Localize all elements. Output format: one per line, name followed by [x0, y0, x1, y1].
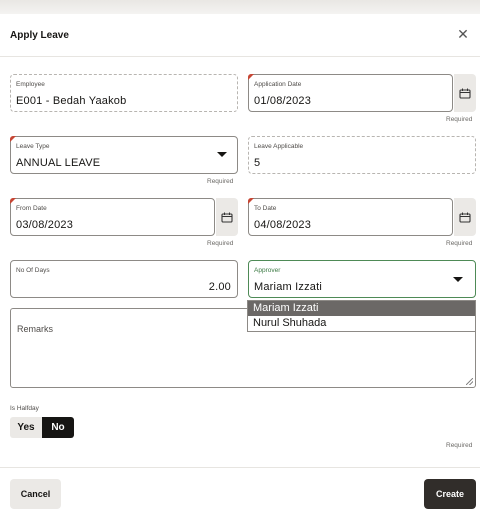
- to-date-calendar-button[interactable]: [454, 198, 476, 236]
- chevron-down-icon: [453, 277, 463, 282]
- from-date-value: 03/08/2023: [16, 219, 74, 231]
- leave-type-value: ANNUAL LEAVE: [16, 157, 101, 169]
- halfday-no-button[interactable]: No: [42, 417, 74, 438]
- application-date-required: Required: [446, 116, 473, 123]
- employee-label: Employee: [16, 81, 45, 88]
- cancel-button[interactable]: Cancel: [10, 479, 61, 509]
- approver-option[interactable]: Mariam Izzati: [248, 301, 475, 316]
- leave-type-select[interactable]: Leave Type ANNUAL LEAVE: [10, 136, 238, 174]
- from-date-label: From Date: [16, 205, 47, 212]
- to-date-label: To Date: [254, 205, 277, 212]
- approver-value: Mariam Izzati: [254, 281, 322, 293]
- from-date-required: Required: [207, 240, 234, 247]
- calendar-icon: [459, 88, 471, 99]
- from-date-calendar-button[interactable]: [216, 198, 238, 236]
- from-date-input[interactable]: From Date 03/08/2023: [10, 198, 215, 236]
- remarks-label: Remarks: [17, 324, 54, 334]
- background-strip: [0, 0, 480, 14]
- employee-value: E001 - Bedah Yaakob: [16, 95, 127, 107]
- footer-divider: [0, 467, 480, 468]
- application-date-label: Application Date: [254, 81, 302, 88]
- approver-dropdown: Mariam Izzati Nurul Shuhada: [247, 300, 476, 332]
- to-date-input[interactable]: To Date 04/08/2023: [248, 198, 453, 236]
- no-of-days-label: No Of Days: [16, 267, 50, 274]
- approver-select[interactable]: Approver Mariam Izzati: [248, 260, 476, 298]
- to-date-value: 04/08/2023: [254, 219, 312, 231]
- approver-option[interactable]: Nurul Shuhada: [248, 316, 475, 331]
- application-date-calendar-button[interactable]: [454, 74, 476, 112]
- header-divider: [0, 56, 480, 57]
- close-icon[interactable]: ✕: [454, 25, 472, 43]
- dialog-title: Apply Leave: [10, 30, 69, 41]
- approver-label: Approver: [254, 267, 281, 274]
- leave-type-required: Required: [207, 178, 234, 185]
- application-date-value: 01/08/2023: [254, 95, 312, 107]
- no-of-days-value: 2.00: [208, 281, 231, 293]
- no-of-days-input[interactable]: No Of Days 2.00: [10, 260, 238, 298]
- leave-type-label: Leave Type: [16, 143, 50, 150]
- resize-grip-icon[interactable]: [466, 378, 473, 385]
- is-halfday-label: Is Halfday: [10, 405, 39, 412]
- halfday-yes-button[interactable]: Yes: [10, 417, 42, 438]
- leave-applicable-value: 5: [254, 157, 261, 169]
- leave-applicable-field: Leave Applicable 5: [248, 136, 476, 174]
- create-button[interactable]: Create: [424, 479, 476, 509]
- chevron-down-icon: [217, 152, 227, 157]
- is-halfday-required: Required: [446, 442, 473, 449]
- calendar-icon: [221, 212, 233, 223]
- to-date-required: Required: [446, 240, 473, 247]
- calendar-icon: [459, 212, 471, 223]
- employee-field: Employee E001 - Bedah Yaakob: [10, 74, 238, 112]
- leave-applicable-label: Leave Applicable: [254, 143, 304, 150]
- application-date-input[interactable]: Application Date 01/08/2023: [248, 74, 453, 112]
